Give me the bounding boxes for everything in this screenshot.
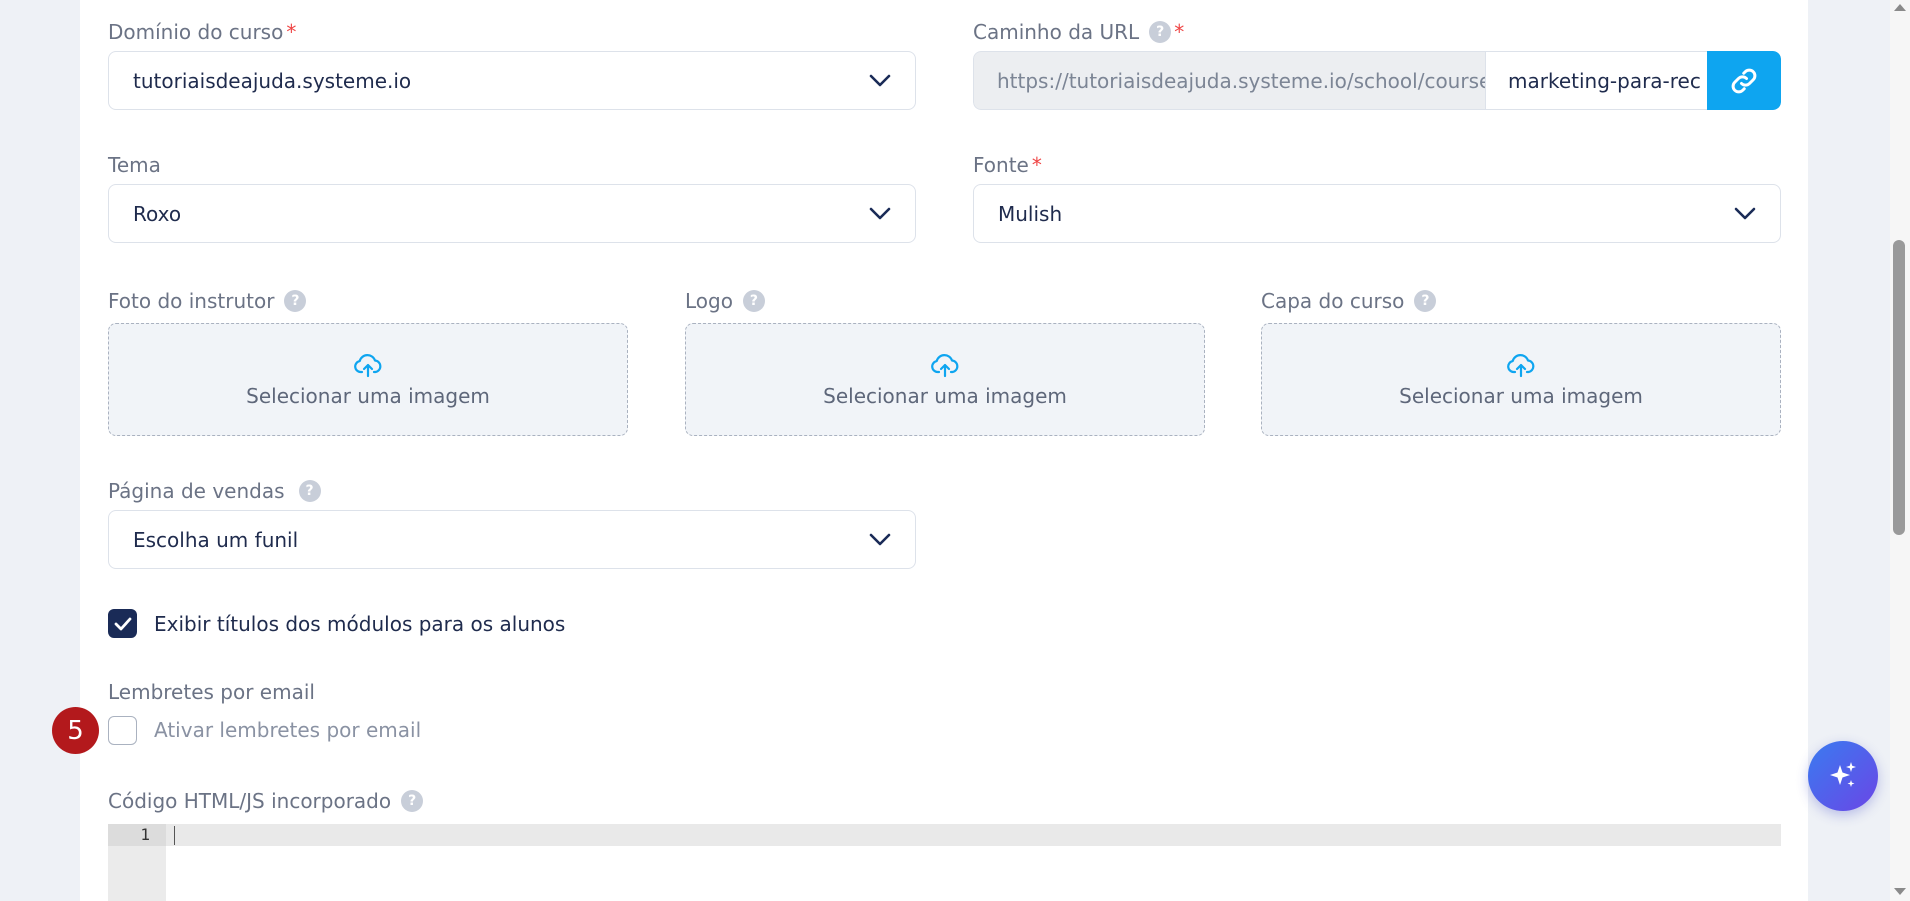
font-select[interactable]: Mulish [973,184,1781,243]
font-label-text: Fonte [973,153,1029,177]
url-path-label: Caminho da URL ? * [973,20,1184,44]
required-mark: * [286,20,297,44]
scroll-up-arrow-icon[interactable] [1894,4,1906,11]
help-icon[interactable]: ? [401,790,424,812]
course-cover-label-text: Capa do curso [1261,289,1405,313]
domain-select[interactable]: tutoriaisdeajuda.systeme.io [108,51,916,110]
upload-text: Selecionar uma imagem [246,383,490,408]
chevron-down-icon [869,207,891,219]
instructor-photo-label-text: Foto do instrutor [108,289,275,313]
help-icon[interactable]: ? [742,290,765,312]
chevron-down-icon [869,74,891,86]
logo-label: Logo ? [685,289,765,313]
chevron-down-icon [1734,207,1756,219]
course-settings-panel [80,0,1808,901]
font-select-value: Mulish [998,201,1063,226]
url-path-label-text: Caminho da URL [973,20,1140,44]
url-slug-input[interactable]: marketing-para-rec [1485,51,1707,110]
upload-text: Selecionar uma imagem [823,383,1067,408]
theme-select-value: Roxo [133,201,182,226]
checkmark-icon [114,617,131,630]
font-label: Fonte * [973,153,1042,177]
embed-code-label-text: Código HTML/JS incorporado [108,789,392,813]
editor-caret [174,826,175,845]
instructor-photo-upload[interactable]: Selecionar uma imagem [108,323,628,436]
email-reminders-section-text: Lembretes por email [108,680,315,704]
course-cover-upload[interactable]: Selecionar uma imagem [1261,323,1781,436]
domain-select-value: tutoriaisdeajuda.systeme.io [133,68,412,93]
step-badge: 5 [52,707,99,754]
logo-label-text: Logo [685,289,733,313]
ai-assistant-button[interactable] [1808,741,1878,811]
theme-select[interactable]: Roxo [108,184,916,243]
help-icon[interactable]: ? [298,480,321,502]
sparkles-icon [1830,762,1856,787]
url-path-group: https://tutoriaisdeajuda.systeme.io/scho… [973,51,1781,110]
theme-label: Tema [108,153,161,177]
scroll-down-arrow-icon[interactable] [1894,888,1906,895]
domain-label-text: Domínio do curso [108,20,284,44]
scrollbar-thumb[interactable] [1893,240,1905,535]
domain-label: Domínio do curso * [108,20,296,44]
embed-code-label: Código HTML/JS incorporado ? [108,789,424,813]
theme-label-text: Tema [108,153,161,177]
help-icon[interactable]: ? [284,290,307,312]
link-icon [1731,68,1757,93]
show-module-titles-label[interactable]: Exibir títulos dos módulos para os aluno… [154,612,565,636]
copy-link-button[interactable] [1707,51,1781,110]
email-reminders-section-label: Lembretes por email [108,680,315,704]
chevron-down-icon [869,533,891,545]
show-module-titles-checkbox[interactable] [108,609,137,638]
embed-code-editor[interactable]: 1 [108,824,1781,901]
help-icon[interactable]: ? [1149,21,1172,43]
required-mark: * [1174,20,1185,44]
course-cover-label: Capa do curso ? [1261,289,1437,313]
logo-upload[interactable]: Selecionar uma imagem [685,323,1205,436]
sales-page-label: Página de vendas ? [108,479,321,503]
sales-page-label-text: Página de vendas [108,479,285,503]
instructor-photo-label: Foto do instrutor ? [108,289,307,313]
email-reminders-checkbox[interactable] [108,716,137,745]
sales-page-select-value: Escolha um funil [133,527,299,552]
sales-page-select[interactable]: Escolha um funil [108,510,916,569]
email-reminders-label[interactable]: Ativar lembretes por email [154,718,421,742]
url-prefix: https://tutoriaisdeajuda.systeme.io/scho… [973,51,1485,110]
editor-line-number: 1 [140,825,150,844]
cloud-upload-icon [931,353,959,377]
required-mark: * [1031,153,1042,177]
cloud-upload-icon [1507,353,1535,377]
cloud-upload-icon [354,353,382,377]
upload-text: Selecionar uma imagem [1399,383,1643,408]
editor-active-line [166,824,1781,846]
help-icon[interactable]: ? [1414,290,1437,312]
